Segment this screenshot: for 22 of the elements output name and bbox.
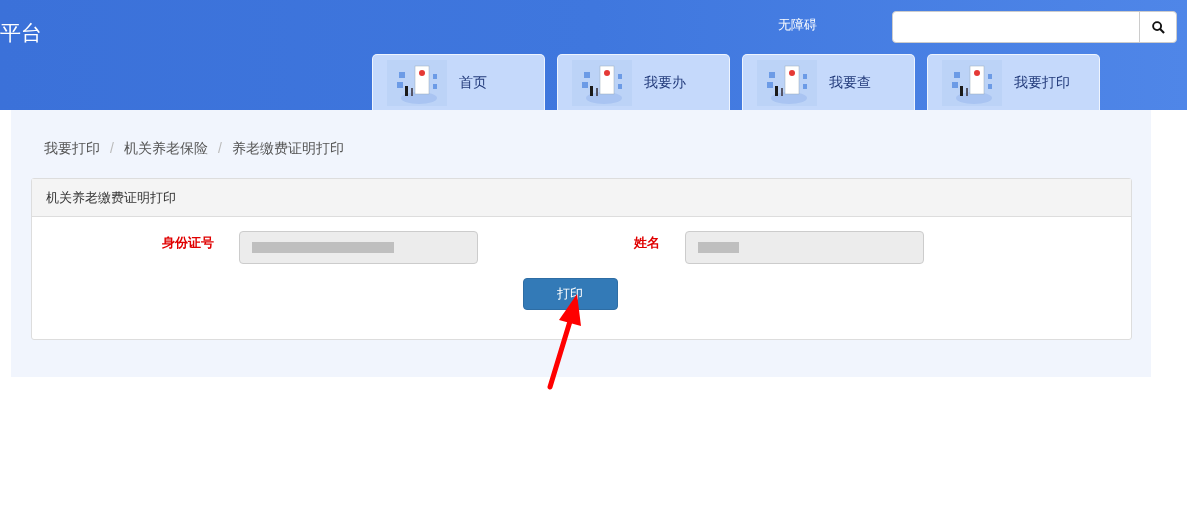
redaction-mark: [698, 242, 739, 253]
field-label: 姓名: [633, 234, 660, 252]
field-label: 身份证号: [161, 234, 214, 252]
breadcrumb-separator: /: [217, 139, 222, 158]
service-illustration-icon: [387, 59, 447, 106]
breadcrumb-link[interactable]: 机关养老保险: [123, 138, 208, 159]
search-field[interactable]: [892, 11, 1177, 43]
accessibility-link[interactable]: 无障碍: [778, 15, 817, 35]
breadcrumb-link[interactable]: 我要打印: [44, 138, 100, 159]
nav-tab[interactable]: 首页: [372, 54, 545, 110]
service-illustration-icon: [942, 59, 1002, 106]
breadcrumb-separator: /: [110, 139, 114, 158]
service-illustration-icon: [572, 59, 632, 106]
nav-tab[interactable]: 我要打印: [927, 54, 1100, 110]
breadcrumb-link[interactable]: 养老缴费证明打印: [231, 138, 344, 159]
nav-tab[interactable]: 我要查: [742, 54, 915, 110]
print-button[interactable]: 打印: [522, 278, 618, 310]
nav-tab[interactable]: 我要办: [557, 54, 730, 110]
card-title: 机关养老缴费证明打印: [46, 188, 176, 207]
search-icon: [1151, 20, 1165, 34]
service-illustration-icon: [757, 59, 817, 106]
site-title: 平台: [0, 20, 42, 46]
